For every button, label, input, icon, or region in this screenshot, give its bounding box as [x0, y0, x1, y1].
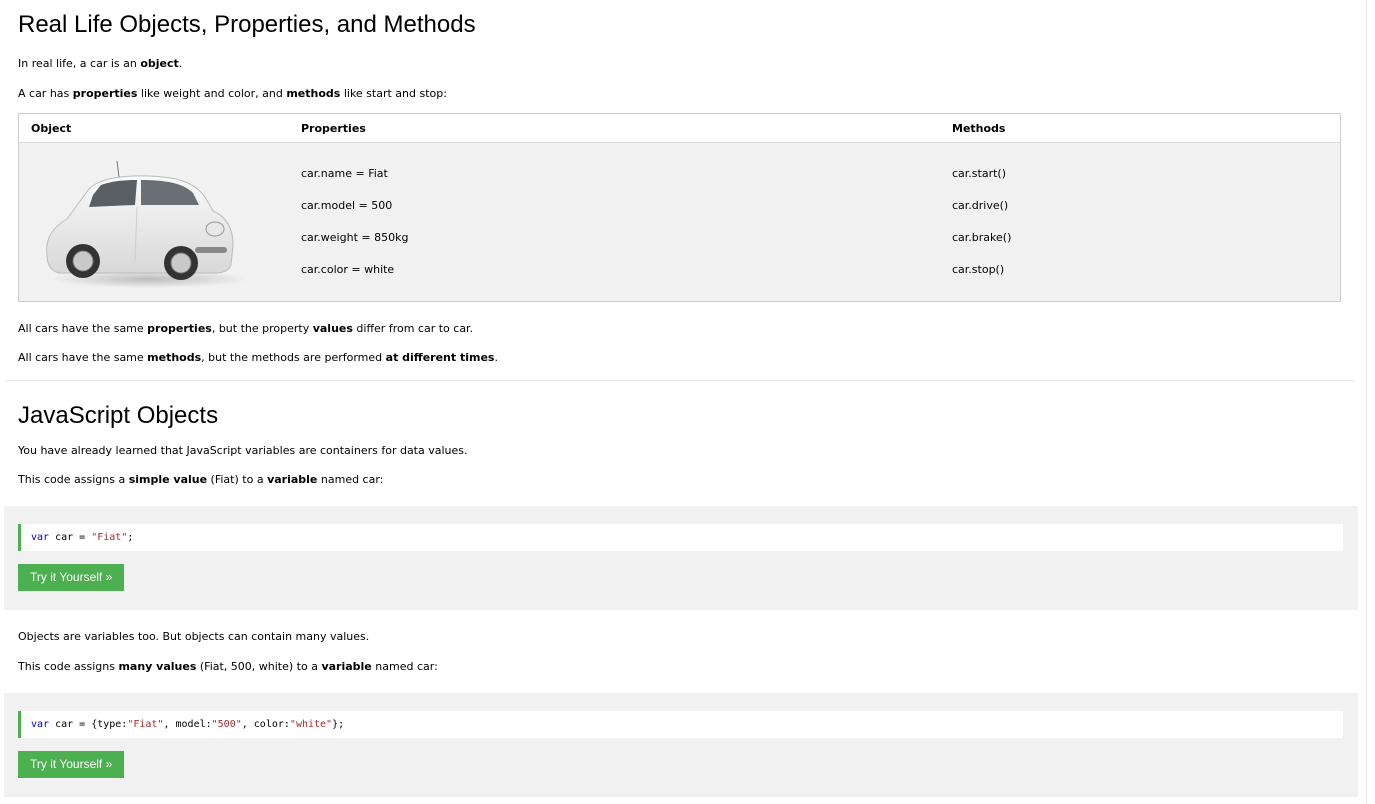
- paragraph-objects-many-values: Objects are variables too. But objects c…: [18, 630, 370, 643]
- section-title-js-objects: JavaScript Objects: [18, 402, 219, 429]
- methods-list: car.start() car.drive() car.brake() car.…: [952, 143, 1328, 294]
- car-image: [46, 160, 249, 288]
- property-item: car.model = 500: [301, 199, 393, 212]
- code-snippet-2[interactable]: var car = {type:"Fiat", model:"500", col…: [18, 711, 1343, 738]
- object-table: Object Properties Methods car.name = Fia…: [18, 113, 1341, 302]
- property-item: car.weight = 850kg: [301, 231, 409, 244]
- method-item: car.stop(): [952, 263, 1005, 276]
- paragraph-car-props: A car has properties like weight and col…: [18, 87, 447, 100]
- header-properties: Properties: [289, 113, 940, 143]
- header-methods: Methods: [940, 113, 1341, 143]
- properties-list: car.name = Fiat car.model = 500 car.weig…: [301, 143, 928, 294]
- code-snippet-1[interactable]: var car = "Fiat";: [18, 524, 1343, 551]
- header-object: Object: [18, 113, 289, 143]
- property-item: car.color = white: [301, 263, 395, 276]
- paragraph-many-values: This code assigns many values (Fiat, 500…: [18, 660, 438, 673]
- section-divider: [5, 380, 1355, 381]
- page: Real Life Objects, Properties, and Metho…: [0, 0, 1367, 804]
- main-content: Real Life Objects, Properties, and Metho…: [0, 0, 1366, 797]
- try-it-yourself-button[interactable]: Try it Yourself »: [18, 751, 125, 778]
- paragraph-variables: You have already learned that JavaScript…: [18, 444, 468, 457]
- properties-cell: car.name = Fiat car.model = 500 car.weig…: [289, 142, 940, 302]
- example-block-2: var car = {type:"Fiat", model:"500", col…: [4, 693, 1358, 797]
- property-item: car.name = Fiat: [301, 167, 388, 180]
- try-it-yourself-button[interactable]: Try it Yourself »: [18, 564, 125, 591]
- method-item: car.start(): [952, 167, 1007, 180]
- section-title-real-life: Real Life Objects, Properties, and Metho…: [18, 11, 476, 38]
- car-image-cell: [18, 142, 289, 302]
- paragraph-same-methods: All cars have the same methods, but the …: [18, 351, 498, 364]
- methods-cell: car.start() car.drive() car.brake() car.…: [940, 142, 1341, 302]
- method-item: car.drive(): [952, 199, 1009, 212]
- paragraph-same-properties: All cars have the same properties, but t…: [18, 322, 474, 335]
- method-item: car.brake(): [952, 231, 1012, 244]
- paragraph-simple-value: This code assigns a simple value (Fiat) …: [18, 473, 384, 486]
- paragraph-car-object: In real life, a car is an object.: [18, 57, 183, 70]
- example-block-1: var car = "Fiat"; Try it Yourself »: [4, 506, 1358, 610]
